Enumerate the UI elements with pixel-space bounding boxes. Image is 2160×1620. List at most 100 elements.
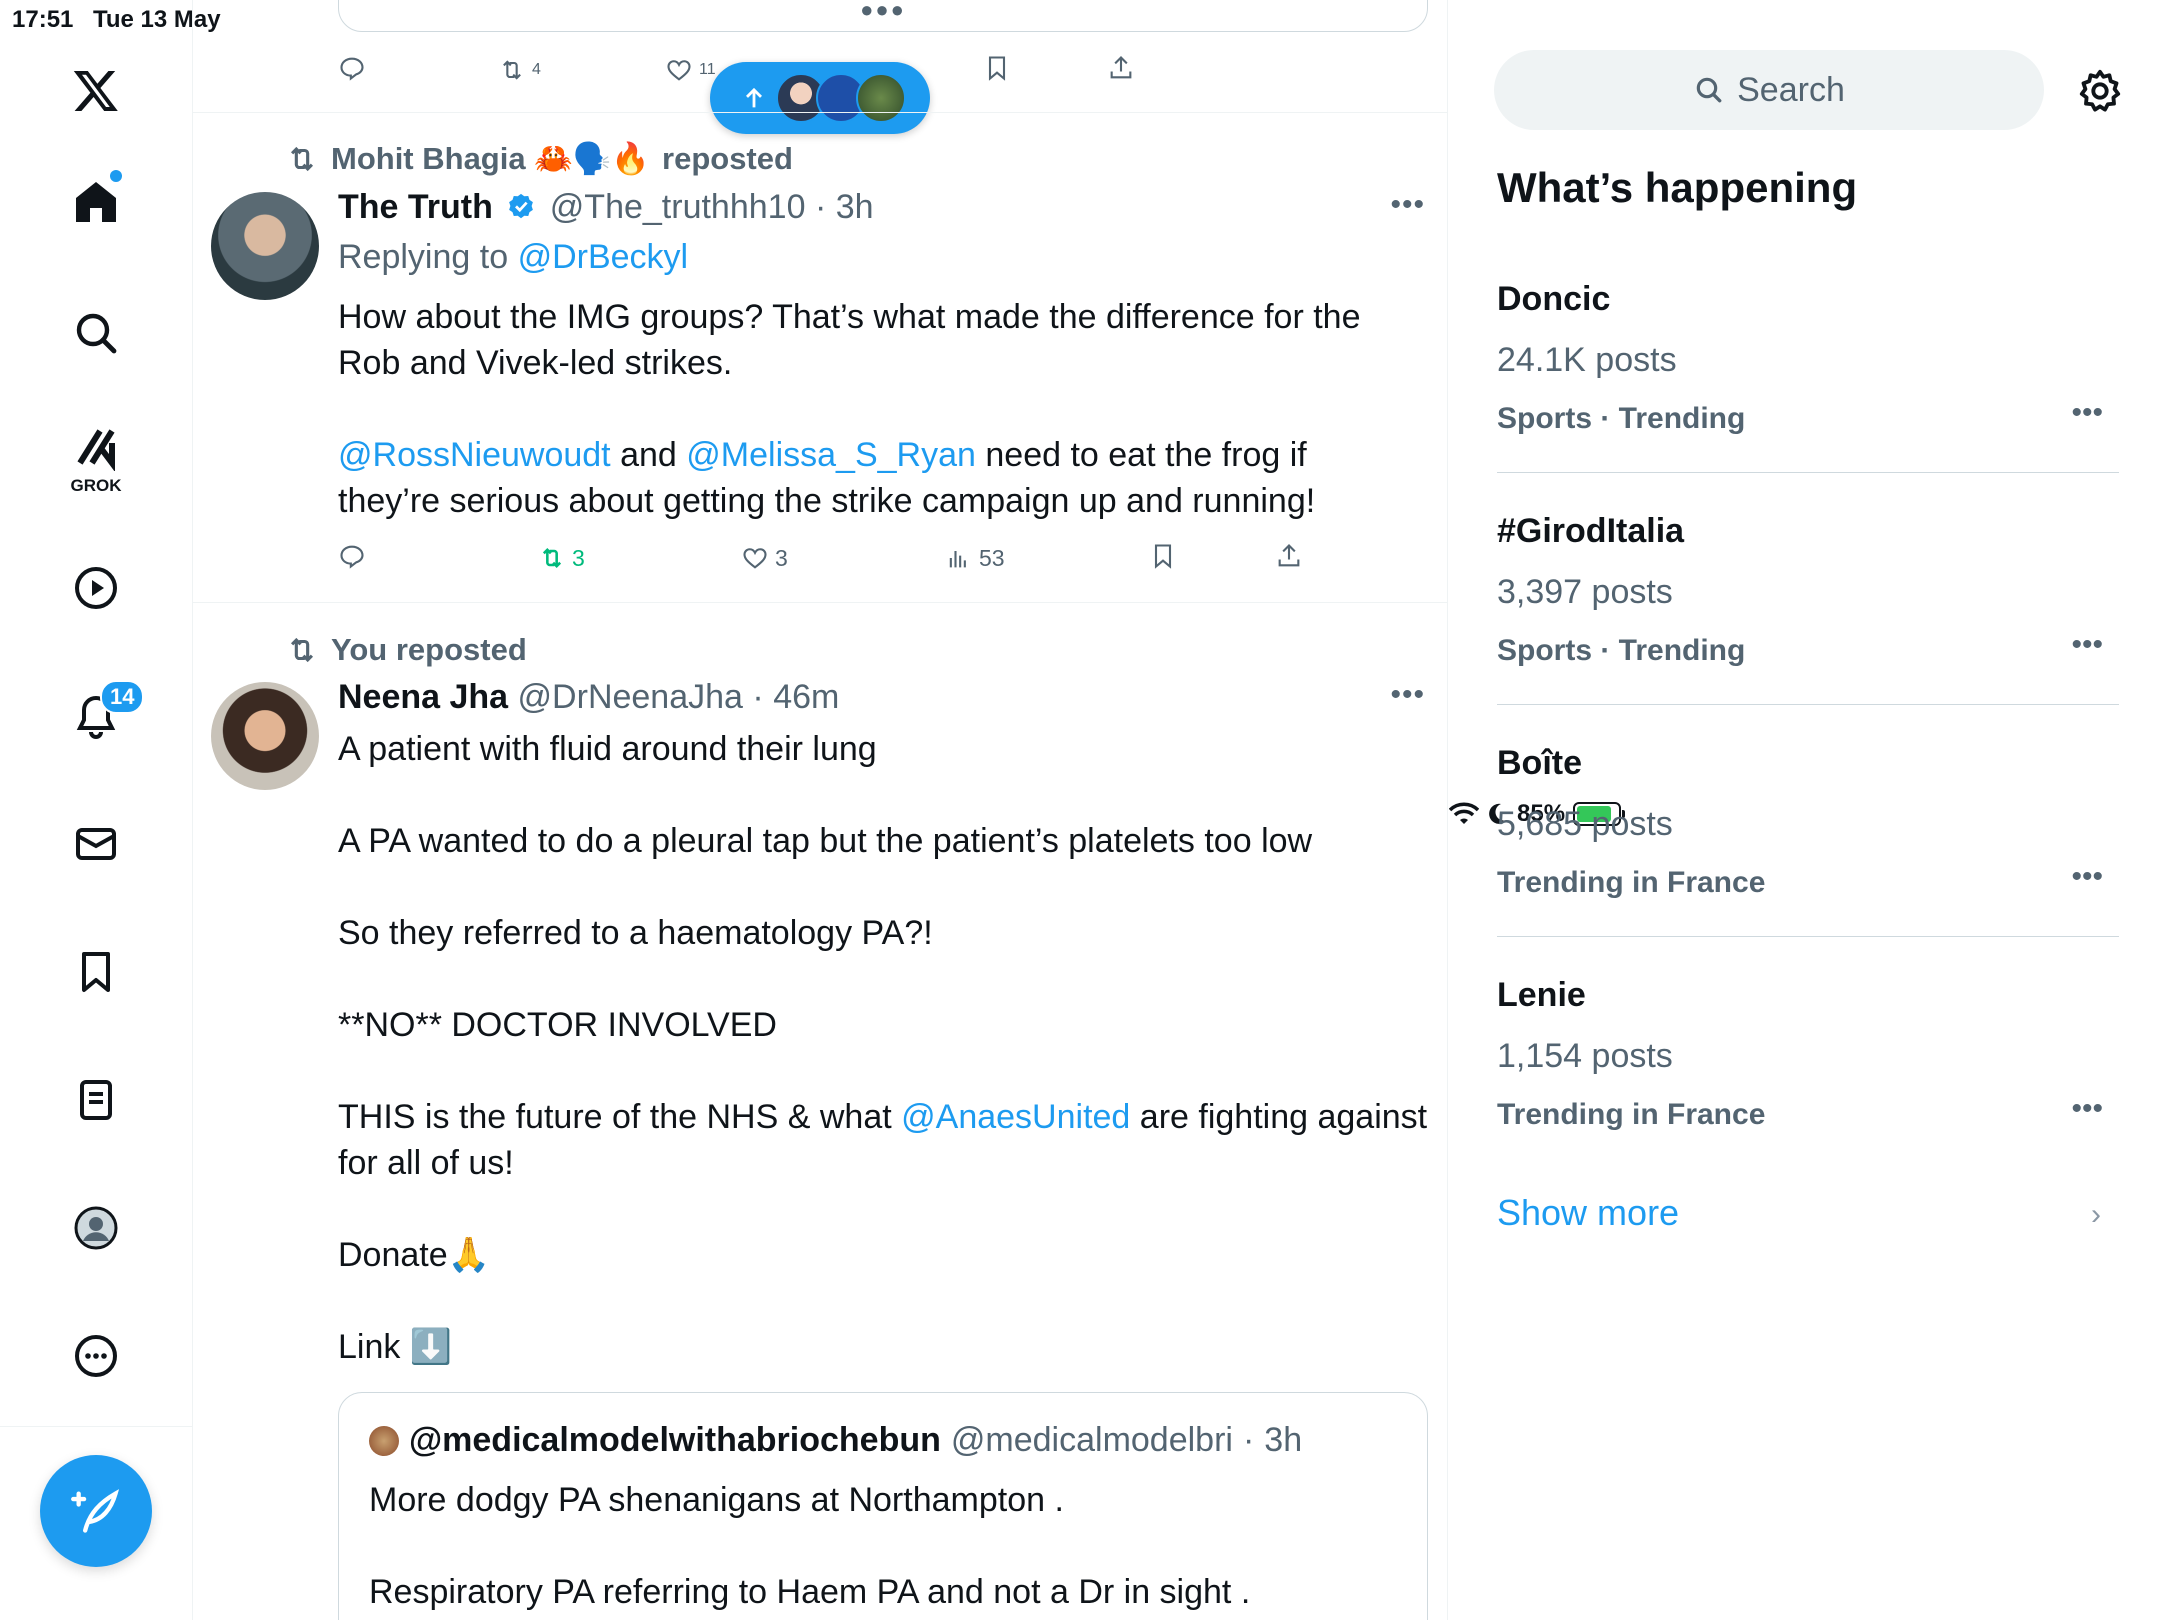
author-name[interactable]: The Truth xyxy=(338,188,493,226)
home-unread-dot xyxy=(110,170,122,182)
notifications-item[interactable]: 14 xyxy=(58,678,145,754)
reply-action[interactable] xyxy=(338,54,366,82)
trend-more-button[interactable]: ••• xyxy=(2071,1092,2103,1126)
trend-meta: Sports · Trending xyxy=(1497,402,1746,435)
notifications-badge: 14 xyxy=(100,680,145,714)
new-posts-pill[interactable] xyxy=(710,62,930,134)
replying-to: Replying to @DrBeckyl xyxy=(338,238,688,277)
quote-text: More dodgy PA shenanigans at Northampton… xyxy=(369,1477,1399,1615)
share-action[interactable] xyxy=(1107,54,1135,82)
compose-button[interactable] xyxy=(40,1455,152,1567)
like-action[interactable]: 3 xyxy=(741,544,788,572)
tweet-paragraph: THIS is the future of the NHS & what @An… xyxy=(338,1094,1438,1186)
trend-meta: Trending in France xyxy=(1497,866,1766,899)
trend-item[interactable]: Boîte 5,685 posts Trending in France ••• xyxy=(1497,744,2119,900)
quote-header: @medicalmodelwithabriochebun @medicalmod… xyxy=(369,1421,1302,1460)
trend-posts: 24.1K posts xyxy=(1497,341,1677,379)
list-icon[interactable] xyxy=(58,1062,134,1138)
trend-more-button[interactable]: ••• xyxy=(2071,860,2103,894)
trend-posts: 5,685 posts xyxy=(1497,805,1673,843)
bookmark-icon xyxy=(988,56,1006,81)
show-more-link[interactable]: Show more xyxy=(1497,1192,1679,1234)
author-handle[interactable]: @The_truthhh10 xyxy=(550,188,806,226)
grok-icon[interactable]: GROK xyxy=(58,416,134,495)
tweet-time[interactable]: 3h xyxy=(836,188,874,226)
trend-more-button[interactable]: ••• xyxy=(2071,396,2103,430)
trend-item[interactable]: Lenie 1,154 posts Trending in France ••• xyxy=(1497,976,2119,1132)
trend-item[interactable]: Doncic 24.1K posts Sports · Trending ••• xyxy=(1497,280,2119,436)
trend-name: Doncic xyxy=(1497,280,1611,318)
heart-icon xyxy=(667,60,691,81)
tweet-more-button[interactable]: ••• xyxy=(1390,678,1425,712)
mail-icon[interactable] xyxy=(58,806,134,882)
repost-context: Mohit Bhagia 🦀🗣️🔥 reposted xyxy=(285,140,793,177)
tweet-paragraph: So they referred to a haematology PA?! xyxy=(338,914,933,952)
trend-item[interactable]: #GirodItalia 3,397 posts Sports · Trendi… xyxy=(1497,512,2119,668)
mention-link[interactable]: @AnaesUnited xyxy=(901,1098,1130,1136)
quote-avatar xyxy=(369,1425,399,1456)
bookmark-icon[interactable] xyxy=(58,934,134,1010)
retweet-count: 3 xyxy=(572,544,585,571)
reply-action[interactable] xyxy=(338,542,366,570)
retweet-action[interactable]: 3 xyxy=(538,544,585,572)
trend-divider xyxy=(1497,472,2119,473)
like-count: 3 xyxy=(775,544,788,571)
chevron-right-icon: › xyxy=(2091,1198,2101,1231)
gear-icon[interactable] xyxy=(2077,68,2123,114)
trend-posts: 1,154 posts xyxy=(1497,1037,1673,1075)
compose-icon xyxy=(71,1489,120,1533)
section-title: What’s happening xyxy=(1497,164,1858,211)
avatar[interactable] xyxy=(211,192,319,300)
tweet-paragraph: **NO** DOCTOR INVOLVED xyxy=(338,1006,777,1044)
retweet-action[interactable]: 4 xyxy=(498,56,541,84)
retweet-icon xyxy=(290,637,314,663)
replying-prefix: Replying to xyxy=(338,238,509,276)
author-handle[interactable]: @DrNeenaJha xyxy=(518,678,743,716)
share-action[interactable] xyxy=(1275,542,1303,570)
trend-name: Lenie xyxy=(1497,976,1586,1014)
trend-name: #GirodItalia xyxy=(1497,512,1685,550)
replying-mention[interactable]: @DrBeckyl xyxy=(518,238,689,276)
previous-tweet-card[interactable]: ●●● xyxy=(338,0,1428,32)
trend-divider xyxy=(1497,704,2119,705)
x-logo-icon[interactable] xyxy=(58,52,134,128)
repost-context: You reposted xyxy=(285,632,527,668)
tweet-paragraph: A PA wanted to do a pleural tap but the … xyxy=(338,822,1313,860)
tweet-time[interactable]: 46m xyxy=(773,678,839,716)
search-icon[interactable] xyxy=(58,295,134,371)
like-count: 11 xyxy=(699,61,716,78)
grok-label: GROK xyxy=(70,476,122,495)
trend-posts: 3,397 posts xyxy=(1497,573,1673,611)
reposted-by: You reposted xyxy=(331,632,527,667)
tweet-more-button[interactable]: ••• xyxy=(1390,188,1425,222)
like-action[interactable]: 11 xyxy=(665,56,716,84)
trend-meta: Sports · Trending xyxy=(1497,634,1746,667)
quoted-tweet[interactable]: @medicalmodelwithabriochebun @medicalmod… xyxy=(338,1392,1428,1620)
mention-link[interactable]: @RossNieuwoudt xyxy=(338,436,611,474)
home-icon[interactable] xyxy=(58,164,134,240)
profile-icon[interactable] xyxy=(58,1190,134,1266)
tweet-paragraph: @RossNieuwoudt and @Melissa_S_Ryan need … xyxy=(338,432,1418,524)
timeline: ●●● 4 11 Mohit Bhagia 🦀🗣️🔥 reposted The … xyxy=(193,0,1448,1620)
views-action[interactable]: 53 xyxy=(945,544,1005,572)
bookmark-action[interactable] xyxy=(983,54,1011,82)
grabber-dots: ●●● xyxy=(860,0,906,22)
search-input[interactable]: Search xyxy=(1494,50,2044,130)
avatar[interactable] xyxy=(211,682,319,790)
mention-link[interactable]: @Melissa_S_Ryan xyxy=(686,436,976,474)
new-post-avatar xyxy=(856,73,906,123)
tweet-divider xyxy=(193,112,1447,113)
more-icon[interactable] xyxy=(58,1318,134,1394)
reposted-by[interactable]: Mohit Bhagia 🦀🗣️🔥 xyxy=(331,140,650,177)
author-name[interactable]: Neena Jha xyxy=(338,678,508,716)
reply-icon xyxy=(340,57,364,81)
share-icon xyxy=(1278,544,1300,567)
quote-time: 3h xyxy=(1264,1421,1303,1459)
bookmark-action[interactable] xyxy=(1149,542,1177,570)
heart-icon xyxy=(743,548,767,569)
trend-more-button[interactable]: ••• xyxy=(2071,628,2103,662)
tweet-word: and xyxy=(620,436,677,474)
video-icon[interactable] xyxy=(58,550,134,626)
tweet-paragraph: Link ⬇️ xyxy=(338,1328,453,1366)
quote-paragraph: Respiratory PA referring to Haem PA and … xyxy=(369,1573,1251,1611)
